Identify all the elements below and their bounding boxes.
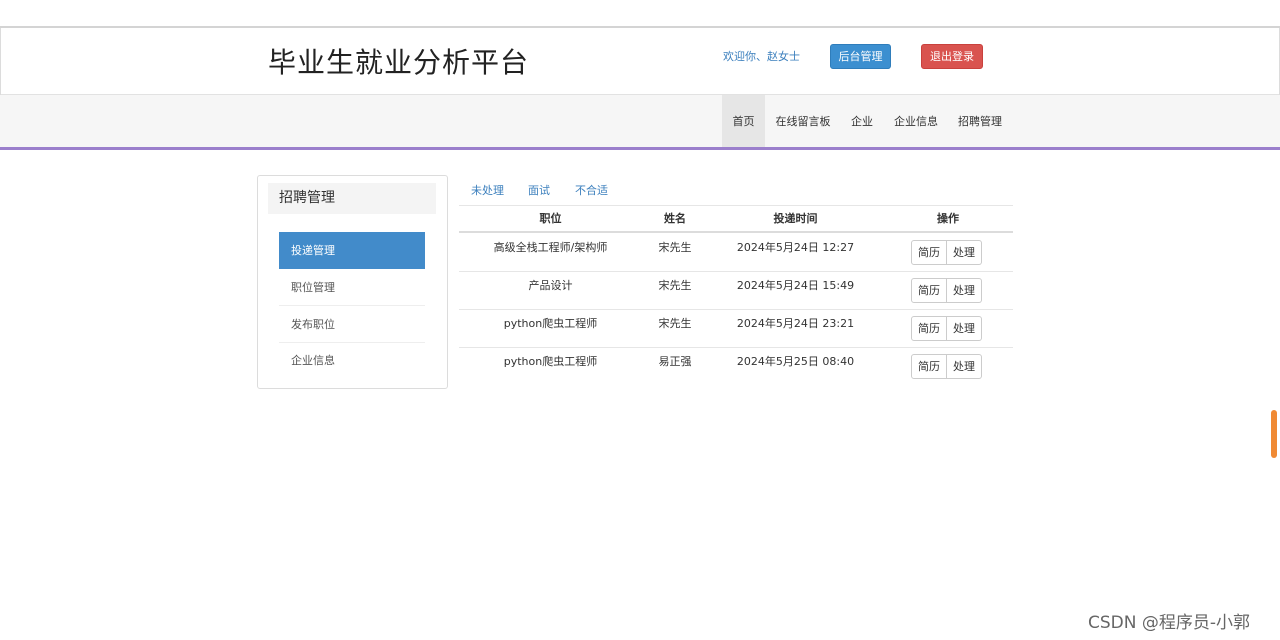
table-row: 产品设计 宋先生 2024年5月24日 15:49 简历 处理	[459, 272, 1013, 310]
nav-item-home[interactable]: 首页	[722, 95, 765, 148]
cell-position: 高级全栈工程师/架构师	[493, 241, 608, 254]
sidebar-item-applications[interactable]: 投递管理	[279, 232, 425, 269]
main-navbar: 首页 在线留言板 企业 企业信息 招聘管理	[0, 95, 1280, 148]
sidebar-title: 招聘管理	[268, 183, 436, 214]
resume-button[interactable]: 简历	[911, 240, 947, 265]
cell-name: 易正强	[658, 355, 692, 368]
nav-item-company-info[interactable]: 企业信息	[889, 95, 943, 148]
sidebar-item-positions[interactable]: 职位管理	[279, 269, 425, 306]
sidebar-item-post-job[interactable]: 发布职位	[279, 306, 425, 343]
process-button[interactable]: 处理	[947, 316, 982, 341]
watermark: CSDN @程序员-小郭	[1088, 613, 1251, 633]
table-row: 高级全栈工程师/架构师 宋先生 2024年5月24日 12:27 简历 处理	[459, 234, 1013, 272]
logout-button[interactable]: 退出登录	[921, 44, 983, 69]
header-left-border	[0, 28, 1, 95]
cell-name: 宋先生	[658, 317, 692, 330]
cell-name: 宋先生	[658, 279, 692, 292]
cell-time: 2024年5月24日 23:21	[736, 317, 855, 330]
scroll-handle[interactable]	[1271, 410, 1277, 458]
nav-item-message-board[interactable]: 在线留言板	[770, 95, 836, 148]
nav-item-recruitment[interactable]: 招聘管理	[953, 95, 1007, 148]
process-button[interactable]: 处理	[947, 354, 982, 379]
table-header: 职位 姓名 投递时间 操作	[459, 205, 1013, 233]
row-actions: 简历 处理	[911, 278, 982, 303]
column-header-time: 投递时间	[773, 212, 818, 225]
cell-time: 2024年5月24日 15:49	[736, 279, 855, 292]
sidebar-item-company-info[interactable]: 企业信息	[279, 342, 425, 379]
admin-button[interactable]: 后台管理	[830, 44, 891, 69]
resume-button[interactable]: 简历	[911, 316, 947, 341]
tab-unsuitable[interactable]: 不合适	[575, 182, 608, 198]
table-row: python爬虫工程师 宋先生 2024年5月24日 23:21 简历 处理	[459, 310, 1013, 348]
cell-time: 2024年5月25日 08:40	[736, 355, 855, 368]
cell-position: python爬虫工程师	[503, 317, 598, 330]
cell-position: 产品设计	[528, 279, 573, 292]
tab-interview[interactable]: 面试	[528, 182, 550, 198]
cell-name: 宋先生	[658, 241, 692, 254]
page: 毕业生就业分析平台 欢迎你、赵女士 后台管理 退出登录 首页 在线留言板 企业 …	[0, 0, 1280, 640]
row-actions: 简历 处理	[911, 316, 982, 341]
welcome-text: 欢迎你、赵女士	[723, 50, 800, 63]
column-header-actions: 操作	[937, 212, 959, 225]
site-header: 毕业生就业分析平台 欢迎你、赵女士 后台管理 退出登录	[0, 26, 1280, 95]
resume-button[interactable]: 简历	[911, 278, 947, 303]
column-header-position: 职位	[539, 212, 562, 225]
resume-button[interactable]: 简历	[911, 354, 947, 379]
tab-unprocessed[interactable]: 未处理	[471, 182, 504, 198]
sidebar-panel: 招聘管理 投递管理 职位管理 发布职位 企业信息	[257, 175, 448, 389]
cell-position: python爬虫工程师	[503, 355, 598, 368]
row-actions: 简历 处理	[911, 240, 982, 265]
table-row: python爬虫工程师 易正强 2024年5月25日 08:40 简历 处理	[459, 348, 1013, 386]
nav-item-companies[interactable]: 企业	[846, 95, 878, 148]
process-button[interactable]: 处理	[947, 240, 982, 265]
cell-time: 2024年5月24日 12:27	[736, 241, 855, 254]
process-button[interactable]: 处理	[947, 278, 982, 303]
site-title: 毕业生就业分析平台	[268, 46, 530, 79]
column-header-name: 姓名	[664, 212, 686, 225]
navbar-underline	[0, 147, 1280, 150]
row-actions: 简历 处理	[911, 354, 982, 379]
